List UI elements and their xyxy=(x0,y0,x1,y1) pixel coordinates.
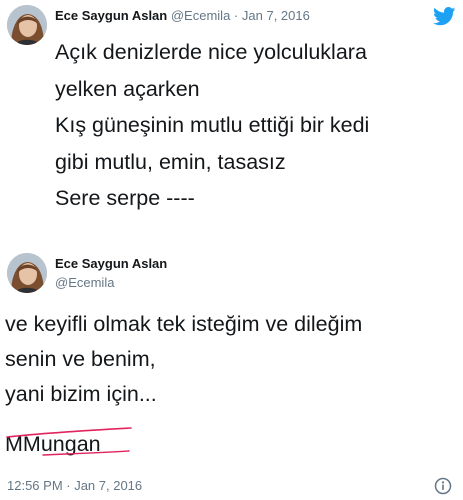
tweet-header: Ece Saygun Aslan @Ecemila · Jan 7, 2016 xyxy=(55,8,310,24)
signature-text: MMungan xyxy=(5,432,101,456)
header-separator: · xyxy=(233,8,239,23)
author-handle[interactable]: @Ecemila xyxy=(55,275,114,291)
avatar[interactable] xyxy=(7,5,47,45)
tweet-text-line: gibi mutlu, emin, tasasız xyxy=(55,149,286,174)
avatar[interactable] xyxy=(7,253,47,293)
tweet-timestamp[interactable]: 12:56 PM · Jan 7, 2016 xyxy=(7,478,142,494)
tweet-date[interactable]: Jan 7, 2016 xyxy=(242,8,310,23)
tweet-text-line: Kış güneşinin mutlu ettiği bir kedi xyxy=(55,113,370,137)
tweet-text-line: Sere serpe ---- xyxy=(55,186,195,210)
tweet-text: ve keyifli olmak tek isteğim ve dileğim … xyxy=(5,307,460,412)
tweet-text-line: yani bizim için... xyxy=(5,382,157,406)
author-handle[interactable]: @Ecemila xyxy=(171,8,230,23)
tweet-text-line: ve keyifli olmak tek isteğim ve dileğim xyxy=(5,312,363,336)
tweet-text-line: Açık denizlerde nice yolculuklara xyxy=(55,40,367,64)
tweet-text: Açık denizlerde nice yolculuklara yelken… xyxy=(55,34,455,217)
avatar-photo-icon xyxy=(7,253,47,293)
signature: MMungan xyxy=(5,422,135,466)
author-name[interactable]: Ece Saygun Aslan xyxy=(55,8,167,23)
tweet-text-line: senin ve benim, xyxy=(5,347,156,371)
info-icon[interactable] xyxy=(434,477,452,495)
quoted-tweet[interactable]: Ece Saygun Aslan @Ecemila · Jan 7, 2016 … xyxy=(0,0,463,246)
twitter-bird-icon[interactable] xyxy=(433,7,456,26)
tweet-text-line: yelken açarken xyxy=(55,76,200,101)
author-name[interactable]: Ece Saygun Aslan xyxy=(55,256,167,272)
avatar-photo-icon xyxy=(7,5,47,45)
